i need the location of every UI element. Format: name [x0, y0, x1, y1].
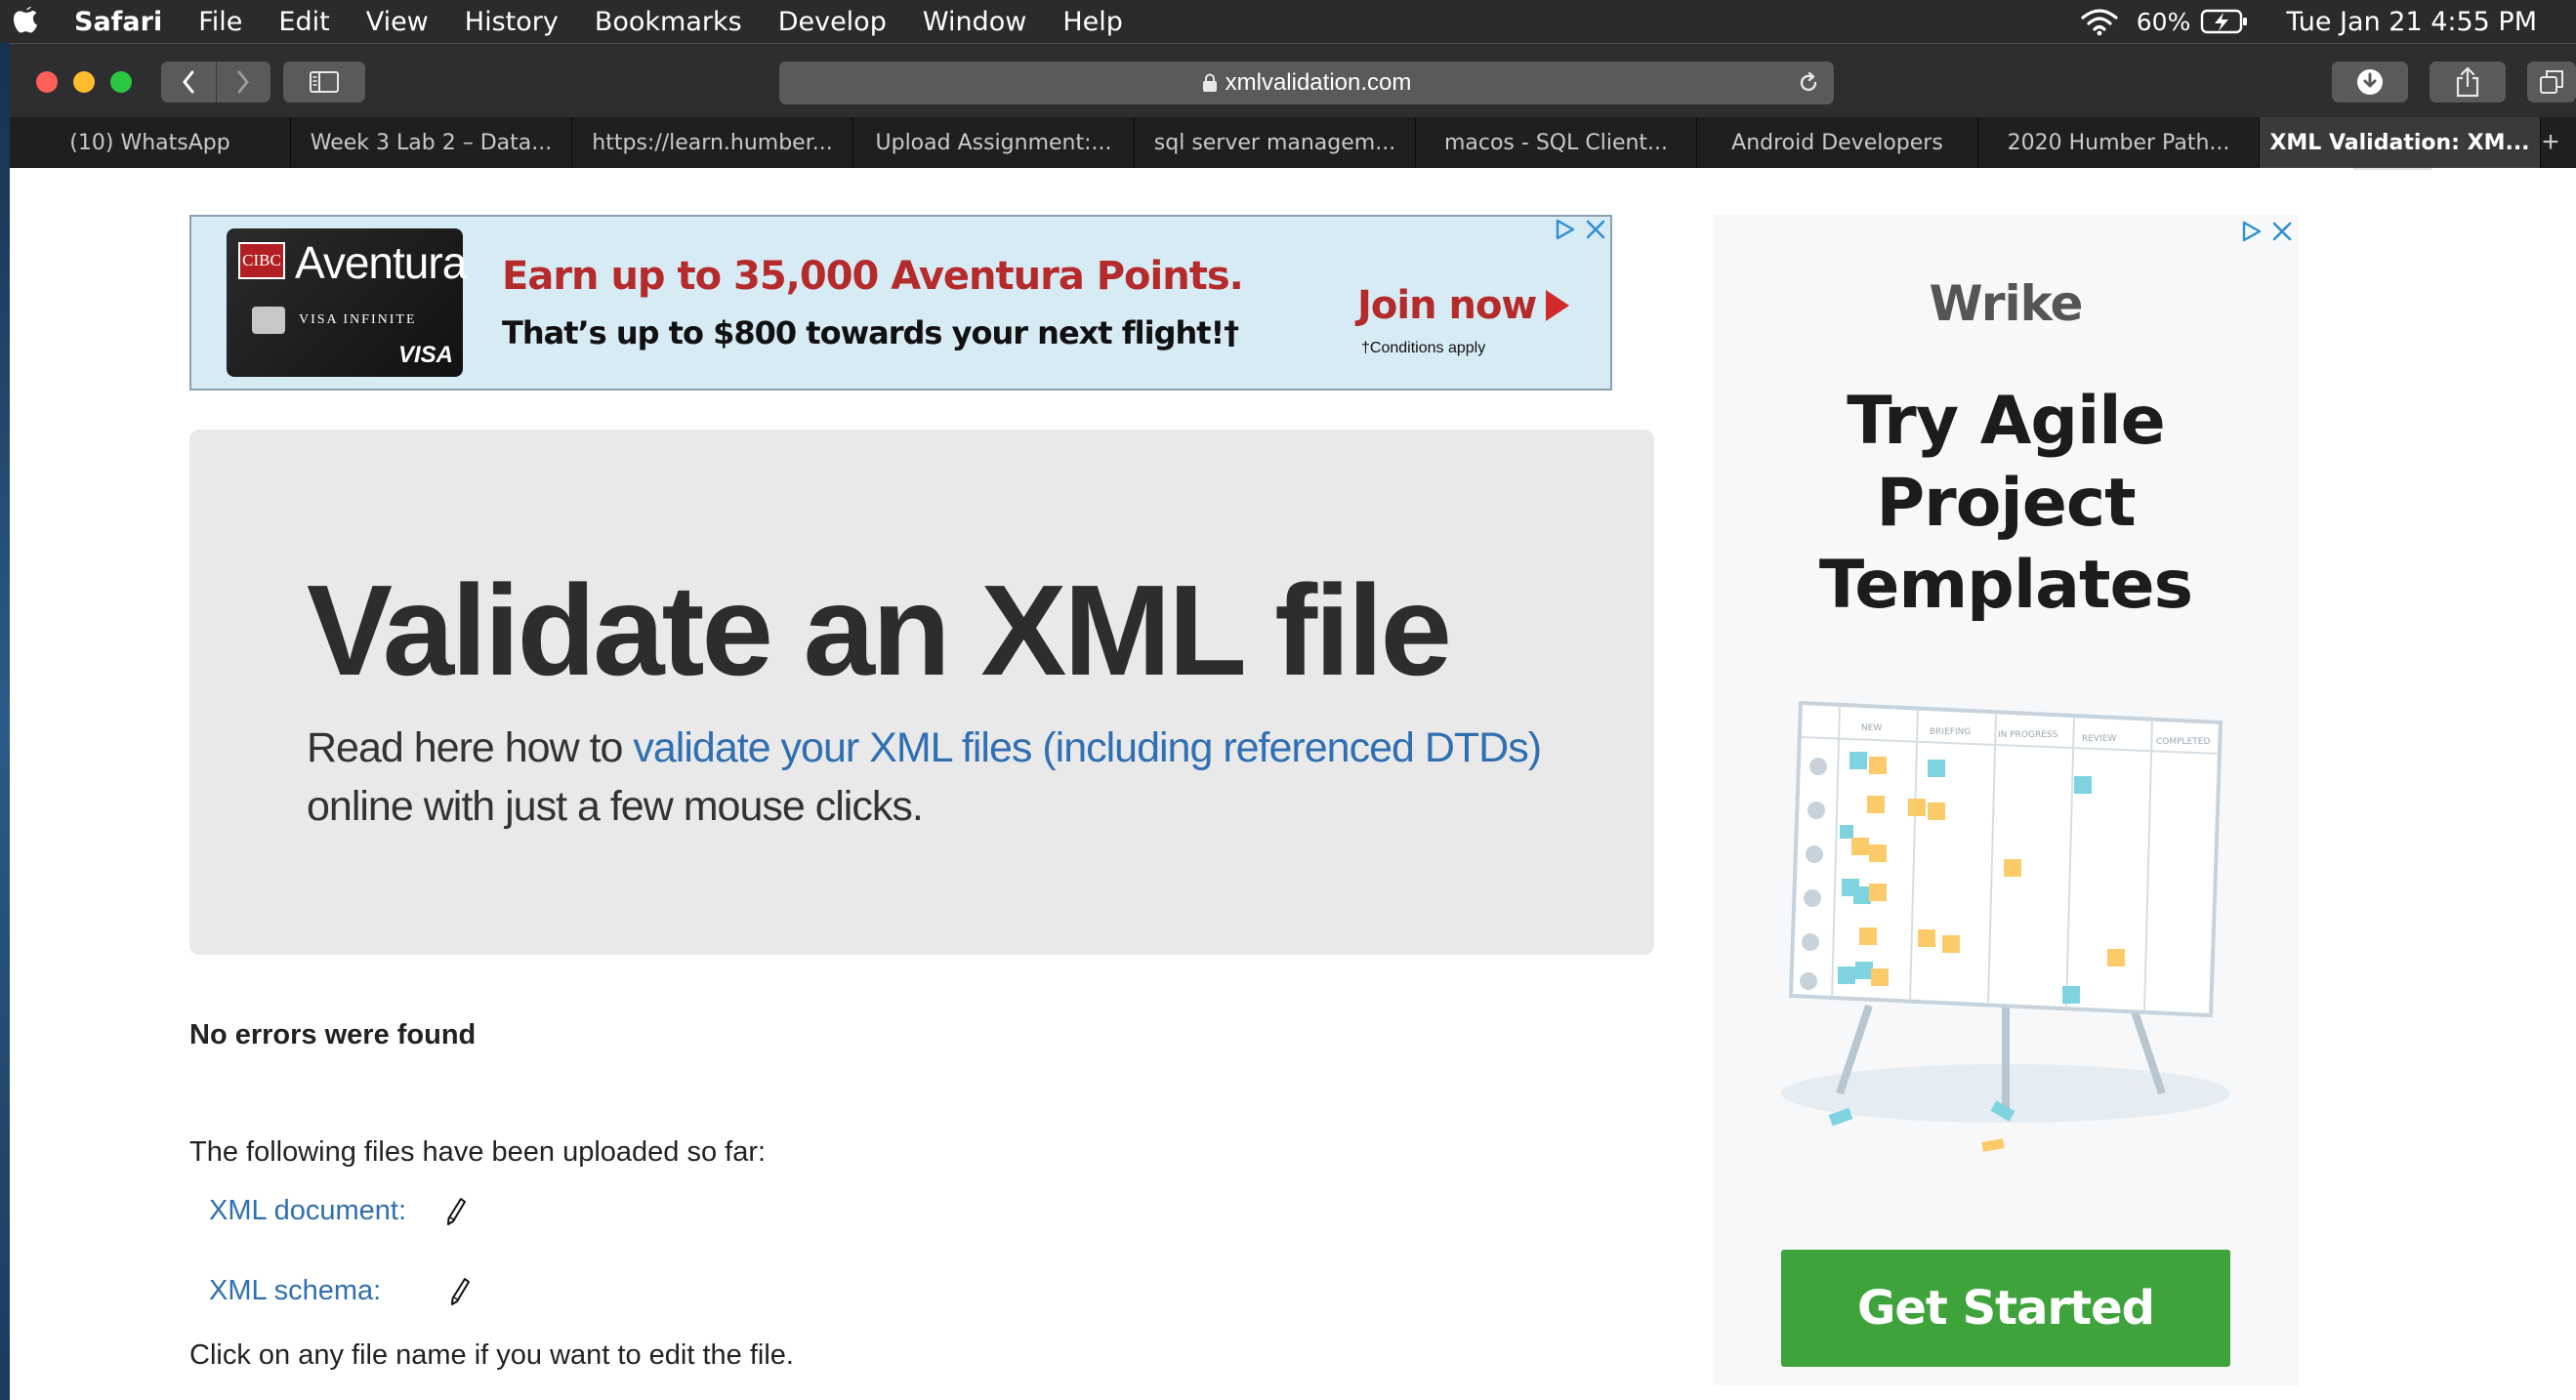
- tab-learn-humber[interactable]: https://learn.humber...: [572, 117, 853, 168]
- show-tabs-button[interactable]: [2527, 62, 2576, 103]
- desc-suffix: online with just a few mouse clicks.: [307, 783, 924, 830]
- ad-controls: [1546, 217, 1608, 242]
- share-icon: [2456, 66, 2479, 98]
- fullscreen-window-button[interactable]: [110, 71, 132, 93]
- address-bar[interactable]: xmlvalidation.com: [779, 62, 1834, 104]
- join-now-label: Join now: [1357, 283, 1537, 328]
- browser-toolbar: xmlvalidation.com: [10, 43, 2576, 117]
- top-ad-banner[interactable]: CIBC Aventura VISA INFINITE VISA Earn up…: [189, 215, 1612, 391]
- tab-sql-server[interactable]: sql server managem...: [1135, 117, 1416, 168]
- menubar-clock[interactable]: Tue Jan 21 4:55 PM: [2286, 7, 2537, 37]
- ad-conditions: †Conditions apply: [1361, 340, 1486, 356]
- apple-icon[interactable]: [12, 3, 41, 40]
- menu-window[interactable]: Window: [923, 7, 1026, 37]
- menu-file[interactable]: File: [198, 7, 242, 37]
- wrike-logo: Wrike: [1929, 275, 2084, 332]
- tab-bar: (10) WhatsApp Week 3 Lab 2 – Data... htt…: [10, 117, 2576, 168]
- sidebar-toggle-button[interactable]: [283, 62, 365, 103]
- desktop-background: [0, 43, 10, 1400]
- chevron-right-icon: [237, 70, 250, 94]
- tab-android-developers[interactable]: Android Developers: [1697, 117, 1978, 168]
- validation-help-link[interactable]: validate your XML files (including refer…: [633, 724, 1542, 771]
- menu-develop[interactable]: Develop: [778, 7, 887, 37]
- file-row-xml-document: XML document:: [209, 1195, 467, 1227]
- card-brand: Aventura: [295, 237, 467, 288]
- chevron-left-icon: [182, 70, 194, 94]
- battery-percent: 60%: [2136, 7, 2191, 36]
- visa-logo: VISA: [397, 342, 453, 368]
- edit-pencil-icon[interactable]: [449, 1277, 471, 1306]
- play-arrow-icon: [1546, 290, 1570, 321]
- tab-xml-validation[interactable]: XML Validation: XM...: [2260, 117, 2541, 168]
- credit-card-image: CIBC Aventura VISA INFINITE VISA: [227, 228, 467, 377]
- uploaded-files-intro: The following files have been uploaded s…: [189, 1136, 767, 1168]
- tab-humber-path[interactable]: 2020 Humber Path...: [1978, 117, 2260, 168]
- board-col-completed: COMPLETED: [2156, 737, 2210, 747]
- minimize-window-button[interactable]: [73, 71, 95, 93]
- menu-bookmarks[interactable]: Bookmarks: [595, 7, 742, 37]
- ad-subline: That’s up to $800 towards your next flig…: [502, 314, 1239, 351]
- side-ad-heading: Try Agile Project Templates: [1713, 381, 2299, 627]
- menu-view[interactable]: View: [366, 7, 429, 37]
- downloads-button[interactable]: [2332, 62, 2408, 103]
- heading-line: Templates: [1818, 547, 2193, 624]
- tab-macos-sql-client[interactable]: macos - SQL Client...: [1416, 117, 1697, 168]
- xml-schema-link[interactable]: XML schema:: [209, 1275, 381, 1307]
- heading-line: Project: [1876, 465, 2136, 542]
- reload-icon[interactable]: [1797, 71, 1820, 95]
- close-ad-icon[interactable]: [2269, 219, 2295, 244]
- sidebar-icon: [310, 71, 339, 93]
- menu-help[interactable]: Help: [1062, 7, 1123, 37]
- xml-document-link[interactable]: XML document:: [209, 1195, 406, 1227]
- back-button[interactable]: [161, 62, 216, 103]
- edit-pencil-icon[interactable]: [445, 1197, 467, 1226]
- tab-upload-assignment[interactable]: Upload Assignment:...: [853, 117, 1135, 168]
- tab-overview-icon: [2540, 70, 2563, 94]
- forward-button[interactable]: [216, 62, 270, 103]
- file-row-xml-schema: XML schema:: [209, 1275, 471, 1307]
- wifi-icon[interactable]: [2080, 7, 2119, 36]
- menu-bar: Safari File Edit View History Bookmarks …: [0, 0, 2576, 43]
- validation-status: No errors were found: [189, 1019, 477, 1050]
- side-ad-wrike[interactable]: Wrike Try Agile Project Templates NEW BR…: [1713, 215, 2299, 1386]
- hero-section: Validate an XML file Read here how to va…: [189, 430, 1654, 955]
- battery-charging-icon[interactable]: [2200, 8, 2249, 35]
- divider: [2353, 168, 2431, 170]
- menu-history[interactable]: History: [465, 7, 559, 37]
- card-chip: [252, 307, 285, 334]
- edit-hint: Click on any file name if you want to ed…: [189, 1339, 794, 1371]
- ad-headline: Earn up to 35,000 Aventura Points.: [502, 254, 1244, 299]
- lock-icon: [1202, 73, 1217, 92]
- board-col-new: NEW: [1861, 723, 1882, 733]
- kanban-board-illustration: NEW BRIEFING IN PROGRESS REVIEW COMPLETE…: [1781, 700, 2230, 1152]
- heading-line: Try Agile: [1847, 383, 2166, 460]
- new-tab-button[interactable]: +: [2541, 117, 2560, 167]
- board-col-in-progress: IN PROGRESS: [1998, 730, 2058, 740]
- cibc-logo: CIBC: [238, 242, 285, 279]
- page-title: Validate an XML file: [307, 558, 1452, 702]
- adchoices-icon[interactable]: [2238, 219, 2264, 244]
- menu-safari[interactable]: Safari: [74, 7, 162, 37]
- url-text: xmlvalidation.com: [1225, 69, 1412, 96]
- desc-prefix: Read here how to: [307, 724, 634, 771]
- hero-description: Read here how to validate your XML files…: [307, 719, 1596, 836]
- download-icon: [2357, 69, 2383, 95]
- web-page: CIBC Aventura VISA INFINITE VISA Earn up…: [10, 168, 2576, 1400]
- side-ad-controls: [2232, 219, 2295, 244]
- close-window-button[interactable]: [36, 71, 58, 93]
- adchoices-icon[interactable]: [1552, 217, 1577, 242]
- tab-week3-lab2[interactable]: Week 3 Lab 2 – Data...: [291, 117, 572, 168]
- card-tier: VISA INFINITE: [299, 312, 417, 327]
- close-ad-icon[interactable]: [1583, 217, 1608, 242]
- navigation-buttons: [161, 62, 270, 103]
- menu-edit[interactable]: Edit: [278, 7, 329, 37]
- join-now-link[interactable]: Join now: [1357, 283, 1570, 328]
- tab-whatsapp[interactable]: (10) WhatsApp: [10, 117, 291, 168]
- board-col-briefing: BRIEFING: [1930, 727, 1971, 737]
- get-started-button[interactable]: Get Started: [1781, 1250, 2230, 1367]
- share-button[interactable]: [2430, 62, 2506, 103]
- board-col-review: REVIEW: [2082, 734, 2116, 744]
